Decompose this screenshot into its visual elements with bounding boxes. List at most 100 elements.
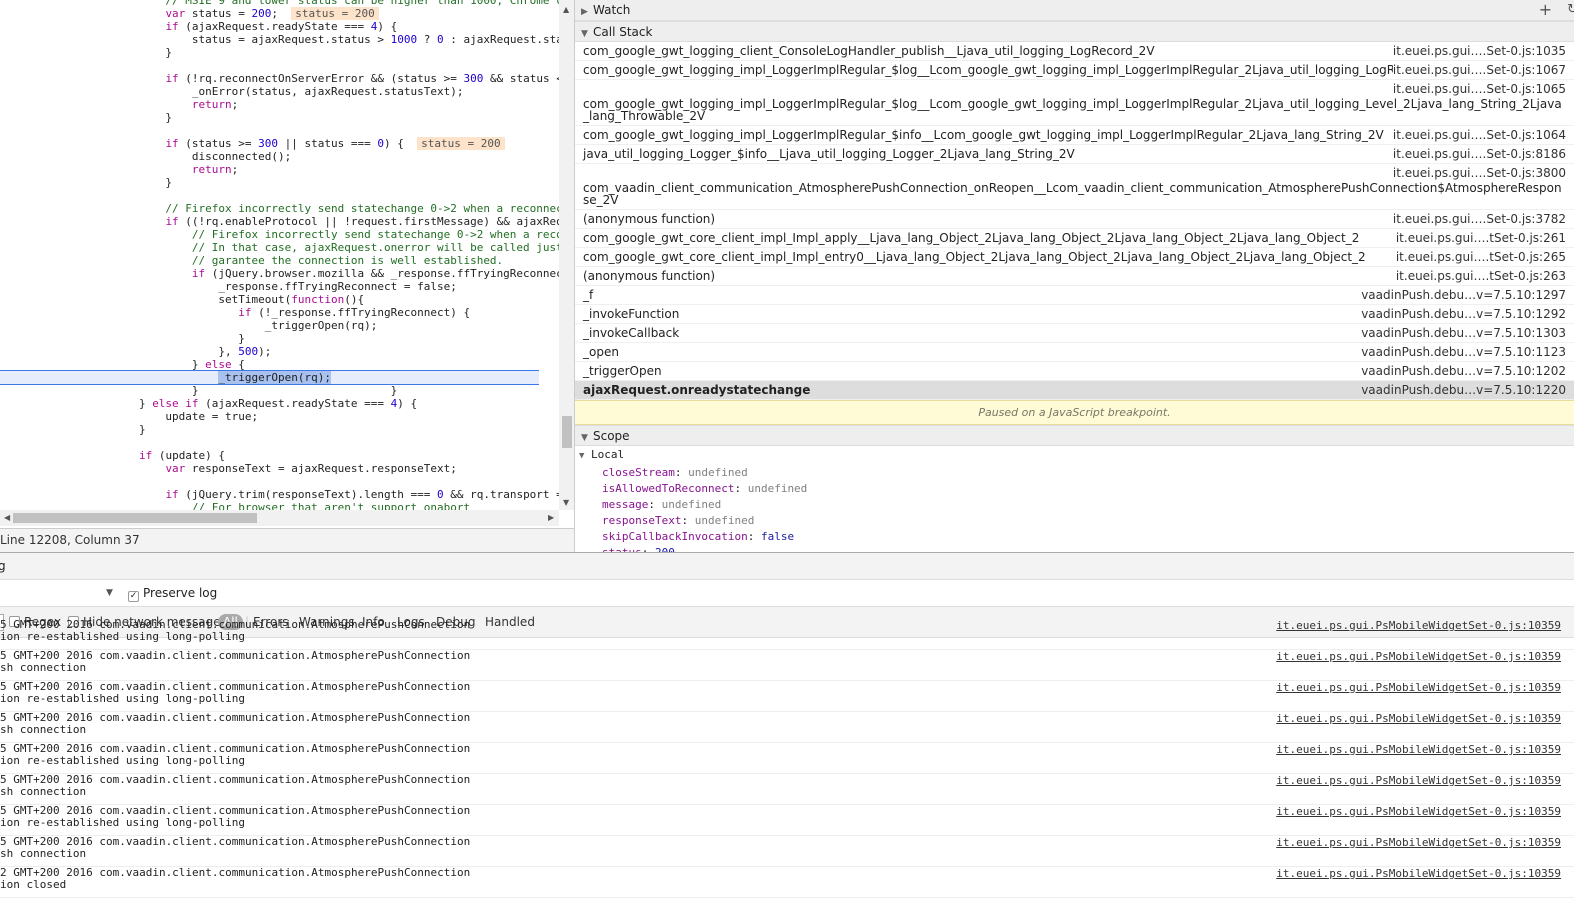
colon: : — [747, 530, 761, 543]
callstack-frame[interactable]: com_vaadin_client_communication_Atmosphe… — [575, 164, 1574, 210]
callstack-frame[interactable]: com_google_gwt_logging_client_ConsoleLog… — [575, 42, 1574, 61]
callstack-frame[interactable]: com_google_gwt_logging_impl_LoggerImplRe… — [575, 126, 1574, 145]
scope-local-header[interactable]: ▼ Local — [575, 446, 1574, 465]
code-line: if (!rq.reconnectOnServerError && (statu… — [0, 72, 559, 85]
callstack-frame[interactable]: _invokeCallback vaadinPush.debu…v=7.5.10:… — [575, 324, 1574, 343]
code-token: status = — [185, 7, 252, 20]
code-token: 0 — [436, 33, 444, 46]
code-line: } — [0, 423, 539, 436]
code-token: 200 — [251, 7, 272, 20]
code-token: return — [191, 163, 232, 176]
frame-location[interactable]: it.euei.ps.gui….Set-0.js:1067 — [1392, 61, 1566, 79]
preserve-log-checkbox[interactable]: ✓ Preserve log — [128, 580, 217, 607]
frame-location[interactable]: it.euei.ps.gui….Set-0.js:1035 — [1392, 42, 1566, 60]
code-token: 0 — [436, 488, 444, 501]
callstack-section-header[interactable]: ▼ Call Stack — [575, 21, 1574, 42]
frame-location[interactable]: vaadinPush.debu…v=7.5.10:1303 — [1361, 324, 1566, 342]
scope-variable: closeStream: undefined — [575, 465, 1574, 481]
frame-location[interactable]: it.euei.ps.gui….Set-0.js:1064 — [1392, 126, 1566, 144]
callstack-frame[interactable]: com_google_gwt_logging_impl_LoggerImplRe… — [575, 61, 1574, 80]
code-editor[interactable]: // MSIE 9 and lower status can be higher… — [0, 0, 559, 510]
callstack-frame[interactable]: com_google_gwt_core_client_impl_Impl_ent… — [575, 248, 1574, 267]
frame-location[interactable]: vaadinPush.debu…v=7.5.10:1292 — [1361, 305, 1566, 323]
code-token: (jQuery.trim(responseText).length === — [178, 488, 437, 501]
callstack-frame[interactable]: _f vaadinPush.debu…v=7.5.10:1297 — [575, 286, 1574, 305]
vertical-scroll-thumb[interactable] — [562, 416, 572, 448]
scroll-left-icon[interactable]: ◀ — [4, 513, 10, 522]
message-source-link[interactable]: it.euei.ps.gui.PsMobileWidgetSet-0.js:10… — [1276, 682, 1561, 694]
message-text: sh connection — [0, 661, 87, 674]
code-line: } else if (ajaxRequest.readyState === 4)… — [0, 397, 539, 410]
console-message: 5 GMT+200 2016 com.vaadin.client.communi… — [0, 650, 1574, 681]
message-source-link[interactable]: it.euei.ps.gui.PsMobileWidgetSet-0.js:10… — [1276, 868, 1561, 880]
frame-location[interactable]: it.euei.ps.gui….Set-0.js:3782 — [1392, 210, 1566, 228]
frame-location[interactable]: vaadinPush.debu…v=7.5.10:1220 — [1361, 381, 1566, 399]
watch-label: Watch — [593, 3, 631, 17]
code-token: disconnected(); — [0, 150, 292, 163]
code-token: : ajaxRequest.status; — [450, 33, 559, 46]
refresh-icon[interactable]: ↻ — [1567, 0, 1574, 20]
message-source-link[interactable]: it.euei.ps.gui.PsMobileWidgetSet-0.js:10… — [1276, 620, 1561, 632]
console-message: 5 GMT+200 2016 com.vaadin.client.communi… — [0, 805, 1574, 836]
source-panel: // MSIE 9 and lower status can be higher… — [0, 0, 575, 552]
callstack-frame[interactable]: _invokeFunction vaadinPush.debu…v=7.5.10:… — [575, 305, 1574, 324]
code-token: (ajaxRequest.readyState === — [178, 20, 371, 33]
frame-location[interactable]: it.euei.ps.gui….tSet-0.js:263 — [1395, 267, 1566, 285]
add-watch-icon[interactable]: + — [1539, 0, 1552, 20]
frame-location[interactable]: vaadinPush.debu…v=7.5.10:1123 — [1361, 343, 1566, 361]
callstack-frame[interactable]: com_google_gwt_core_client_impl_Impl_app… — [575, 229, 1574, 248]
scope-variable: status: 200 — [575, 545, 1574, 552]
callstack-frame[interactable]: com_google_gwt_logging_impl_LoggerImplRe… — [575, 80, 1574, 126]
callstack-frame[interactable]: _open vaadinPush.debu…v=7.5.10:1123 — [575, 343, 1574, 362]
console-message: 5 GMT+200 2016 com.vaadin.client.communi… — [0, 619, 1574, 650]
scroll-up-icon[interactable]: ▲ — [563, 5, 569, 14]
watch-section-header[interactable]: ▶ Watch + ↻ — [575, 0, 1574, 21]
code-token: (!_response.ffTryingReconnect) { — [251, 306, 471, 319]
scope-section-header[interactable]: ▼ Scope — [575, 425, 1574, 446]
message-source-link[interactable]: it.euei.ps.gui.PsMobileWidgetSet-0.js:10… — [1276, 837, 1561, 849]
code-token: // Firefox incorrectly send statechange … — [191, 228, 559, 241]
callstack-frame[interactable]: _triggerOpen vaadinPush.debu…v=7.5.10:120… — [575, 362, 1574, 381]
callstack-frame[interactable]: (anonymous function) it.euei.ps.gui….Set-… — [575, 210, 1574, 229]
code-line: if (jQuery.browser.mozilla && _response.… — [0, 267, 559, 280]
code-token: }, — [0, 345, 239, 358]
frame-location[interactable]: it.euei.ps.gui….Set-0.js:3800 — [1392, 164, 1566, 182]
message-source-link[interactable]: it.euei.ps.gui.PsMobileWidgetSet-0.js:10… — [1276, 775, 1561, 787]
horizontal-scroll-thumb[interactable] — [13, 513, 257, 523]
message-source-link[interactable]: it.euei.ps.gui.PsMobileWidgetSet-0.js:10… — [1276, 806, 1561, 818]
frame-location[interactable]: it.euei.ps.gui….Set-0.js:1065 — [1392, 80, 1566, 98]
console-tab[interactable]: g — [0, 559, 6, 573]
message-source-link[interactable]: it.euei.ps.gui.PsMobileWidgetSet-0.js:10… — [1276, 744, 1561, 756]
frame-function-name: (anonymous function) — [583, 212, 716, 226]
callstack-frame[interactable]: (anonymous function) it.euei.ps.gui….tSet… — [575, 267, 1574, 286]
code-line: return; — [0, 163, 539, 176]
frame-location[interactable]: it.euei.ps.gui….Set-0.js:8186 — [1392, 145, 1566, 163]
colon: : — [648, 498, 662, 511]
scroll-right-icon[interactable]: ▶ — [548, 513, 554, 522]
scroll-down-icon[interactable]: ▼ — [563, 498, 569, 507]
code-line: }, 500); — [0, 345, 539, 358]
frame-function-name: ajaxRequest.onreadystatechange — [583, 383, 811, 397]
code-token: } — [138, 423, 146, 436]
message-text: ion re-established using long-polling — [0, 816, 246, 829]
message-source-link[interactable]: it.euei.ps.gui.PsMobileWidgetSet-0.js:10… — [1276, 713, 1561, 725]
code-token: // For browser that aren't support onabo… — [0, 501, 471, 510]
variable-name: message — [602, 498, 649, 511]
inline-value-hint: status = 200 — [417, 137, 505, 150]
collapse-icon: ▼ — [581, 29, 588, 39]
code-line: } — [0, 46, 539, 59]
code-line: if ((!rq.enableProtocol || !request.firs… — [0, 215, 559, 228]
message-source-link[interactable]: it.euei.ps.gui.PsMobileWidgetSet-0.js:10… — [1276, 651, 1561, 663]
code-token: 300 — [463, 72, 484, 85]
frame-location[interactable]: vaadinPush.debu…v=7.5.10:1297 — [1361, 286, 1566, 304]
code-line: return; — [0, 98, 539, 111]
context-dropdown-icon[interactable]: ▼ — [106, 580, 113, 607]
frame-location[interactable]: it.euei.ps.gui….tSet-0.js:265 — [1395, 248, 1566, 266]
callstack-frame[interactable]: ajaxRequest.onreadystatechange vaadinPush… — [575, 381, 1574, 400]
code-token: if — [165, 137, 179, 150]
frame-location[interactable]: vaadinPush.debu…v=7.5.10:1202 — [1361, 362, 1566, 380]
callstack-frame[interactable]: java_util_logging_Logger_$info__Ljava_ut… — [575, 145, 1574, 164]
frame-location[interactable]: it.euei.ps.gui….tSet-0.js:261 — [1395, 229, 1566, 247]
